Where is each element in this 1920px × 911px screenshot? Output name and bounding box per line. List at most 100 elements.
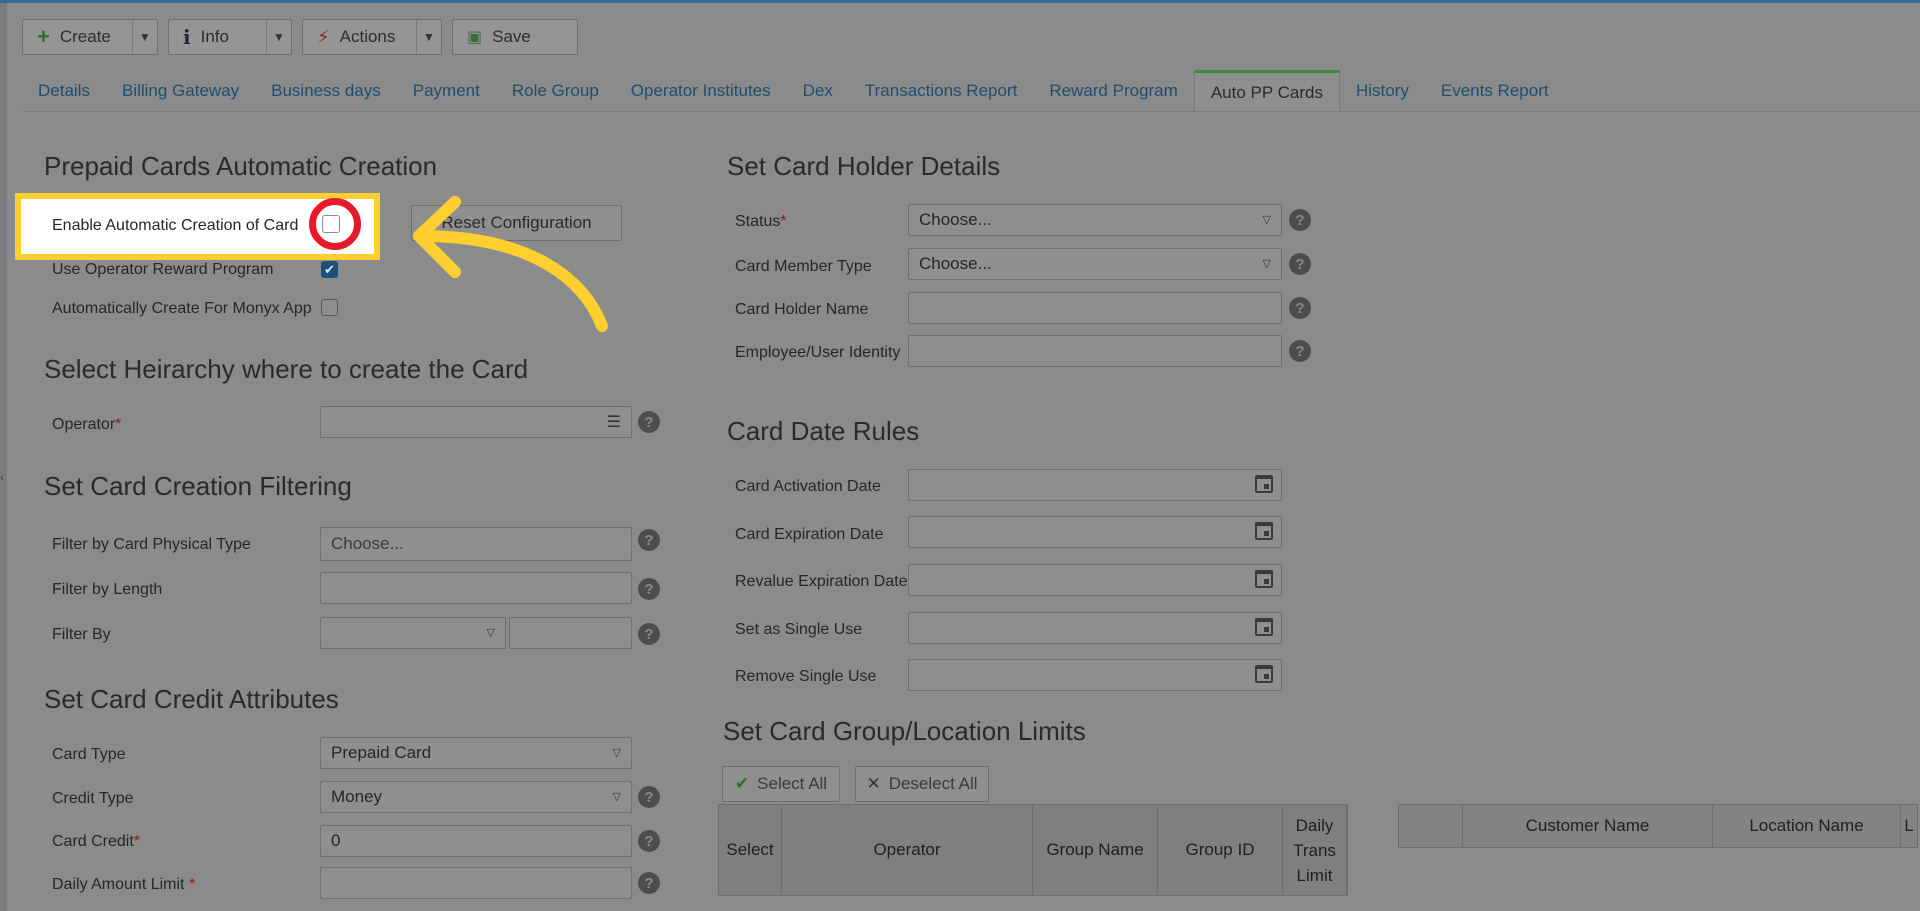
column-header-truncated[interactable]: L [1901, 805, 1917, 847]
physical-type-select[interactable]: Choose... [320, 527, 632, 561]
collapse-handle-icon[interactable]: ‹ [0, 470, 4, 484]
activation-date-label: Card Activation Date [735, 478, 881, 495]
help-icon[interactable]: ? [638, 411, 660, 433]
status-select[interactable]: Choose... ▽ [908, 204, 1282, 236]
daily-amount-limit-input[interactable] [320, 867, 632, 899]
identity-input[interactable] [908, 335, 1282, 367]
column-header-blank [1399, 805, 1463, 847]
tab-reward-program[interactable]: Reward Program [1033, 70, 1194, 112]
expiration-date-label: Card Expiration Date [735, 526, 884, 543]
section-title-limits: Set Card Group/Location Limits [723, 716, 1086, 746]
info-button[interactable]: i Info ▼ [168, 19, 292, 55]
member-type-label: Card Member Type [735, 258, 872, 275]
floppy-disk-icon: ▣ [467, 29, 483, 46]
column-header-daily-trans-limit[interactable]: Daily Trans Limit [1283, 805, 1347, 895]
help-icon[interactable]: ? [638, 786, 660, 808]
single-use-input[interactable] [908, 612, 1282, 644]
help-icon[interactable]: ? [638, 872, 660, 894]
section-title-date-rules: Card Date Rules [727, 416, 920, 446]
filter-length-label: Filter by Length [52, 581, 163, 598]
column-header-location-name[interactable]: Location Name [1713, 805, 1901, 847]
tab-transactions-report[interactable]: Transactions Report [849, 70, 1033, 112]
help-icon[interactable]: ? [638, 623, 660, 645]
help-icon[interactable]: ? [1289, 340, 1311, 362]
annotation-arrow [413, 196, 608, 332]
tab-operator-institutes[interactable]: Operator Institutes [615, 70, 787, 112]
help-icon[interactable]: ? [638, 578, 660, 600]
help-icon[interactable]: ? [1289, 209, 1311, 231]
card-credit-input[interactable]: 0 [320, 825, 632, 857]
filter-by-value-input[interactable] [509, 617, 632, 649]
section-title-credit: Set Card Credit Attributes [44, 684, 339, 714]
calendar-icon[interactable] [1255, 570, 1273, 588]
revalue-expiration-label: Revalue Expiration Date [735, 573, 908, 590]
save-button[interactable]: ▣ Save [452, 19, 578, 55]
card-type-select[interactable]: Prepaid Card ▽ [320, 737, 632, 769]
enable-auto-creation-label: Enable Automatic Creation of Card [52, 217, 299, 234]
tab-dex[interactable]: Dex [787, 70, 849, 112]
list-icon[interactable]: ☰ [607, 412, 621, 432]
monyx-app-label: Automatically Create For Monyx App [52, 300, 312, 317]
calendar-icon[interactable] [1255, 665, 1273, 683]
chevron-down-icon: ▽ [612, 747, 621, 759]
tab-billing-gateway[interactable]: Billing Gateway [106, 70, 255, 112]
chevron-down-icon[interactable]: ▼ [132, 20, 157, 54]
remove-single-use-input[interactable] [908, 659, 1282, 691]
help-icon[interactable]: ? [1289, 297, 1311, 319]
actions-button[interactable]: ⚡ Actions ▼ [302, 19, 442, 55]
chevron-down-icon: ▽ [486, 627, 495, 639]
use-reward-program-label: Use Operator Reward Program [52, 261, 274, 278]
activation-date-input[interactable] [908, 469, 1282, 501]
help-icon[interactable]: ? [638, 830, 660, 852]
member-type-select[interactable]: Choose... ▽ [908, 248, 1282, 280]
card-credit-label: Card Credit* [52, 833, 141, 850]
lightning-icon: ⚡ [317, 27, 330, 47]
column-header-group-name[interactable]: Group Name [1033, 805, 1158, 895]
calendar-icon[interactable] [1255, 522, 1273, 540]
remove-single-use-label: Remove Single Use [735, 668, 877, 685]
operator-label: Operator* [52, 416, 122, 433]
credit-type-label: Credit Type [52, 790, 134, 807]
operator-picker[interactable]: ☰ [320, 406, 632, 438]
tab-auto-pp-cards[interactable]: Auto PP Cards [1193, 70, 1340, 112]
close-icon: ✕ [866, 774, 881, 793]
tab-details[interactable]: Details [22, 70, 106, 112]
column-header-group-id[interactable]: Group ID [1158, 805, 1283, 895]
select-all-button[interactable]: ✔ Select All [722, 766, 840, 802]
holder-name-input[interactable] [908, 292, 1282, 324]
section-title-hierarchy: Select Heirarchy where to create the Car… [44, 354, 529, 384]
help-icon[interactable]: ? [1289, 253, 1311, 275]
calendar-icon[interactable] [1255, 618, 1273, 636]
create-button[interactable]: + Create ▼ [22, 19, 158, 55]
column-header-select[interactable]: Select [719, 805, 782, 895]
credit-type-select[interactable]: Money ▽ [320, 781, 632, 813]
plus-icon: + [37, 24, 50, 49]
tab-history[interactable]: History [1340, 70, 1425, 112]
use-reward-program-checkbox[interactable]: ✔ [321, 261, 338, 278]
tab-business-days[interactable]: Business days [255, 70, 397, 112]
card-type-label: Card Type [52, 746, 126, 763]
chevron-down-icon[interactable]: ▼ [266, 20, 291, 54]
chevron-down-icon[interactable]: ▼ [416, 20, 441, 54]
column-header-operator[interactable]: Operator [782, 805, 1033, 895]
filter-by-label: Filter By [52, 626, 111, 643]
filter-by-select[interactable]: ▽ [320, 617, 506, 649]
expiration-date-input[interactable] [908, 516, 1282, 548]
deselect-all-button[interactable]: ✕ Deselect All [855, 766, 989, 802]
click-indicator-ring [309, 198, 361, 250]
help-icon[interactable]: ? [638, 529, 660, 551]
tab-bar: Details Billing Gateway Business days Pa… [22, 70, 1565, 112]
filter-length-input[interactable] [320, 572, 632, 604]
physical-type-label: Filter by Card Physical Type [52, 536, 251, 553]
location-limits-table-header: Customer Name Location Name L [1398, 804, 1918, 848]
tab-divider [22, 111, 1920, 112]
monyx-app-checkbox[interactable] [321, 299, 338, 316]
tab-payment[interactable]: Payment [397, 70, 496, 112]
info-icon: i [183, 25, 191, 49]
chevron-down-icon: ▽ [1262, 258, 1271, 270]
tab-events-report[interactable]: Events Report [1425, 70, 1565, 112]
calendar-icon[interactable] [1255, 475, 1273, 493]
tab-role-group[interactable]: Role Group [496, 70, 615, 112]
column-header-customer-name[interactable]: Customer Name [1463, 805, 1713, 847]
revalue-expiration-input[interactable] [908, 564, 1282, 596]
